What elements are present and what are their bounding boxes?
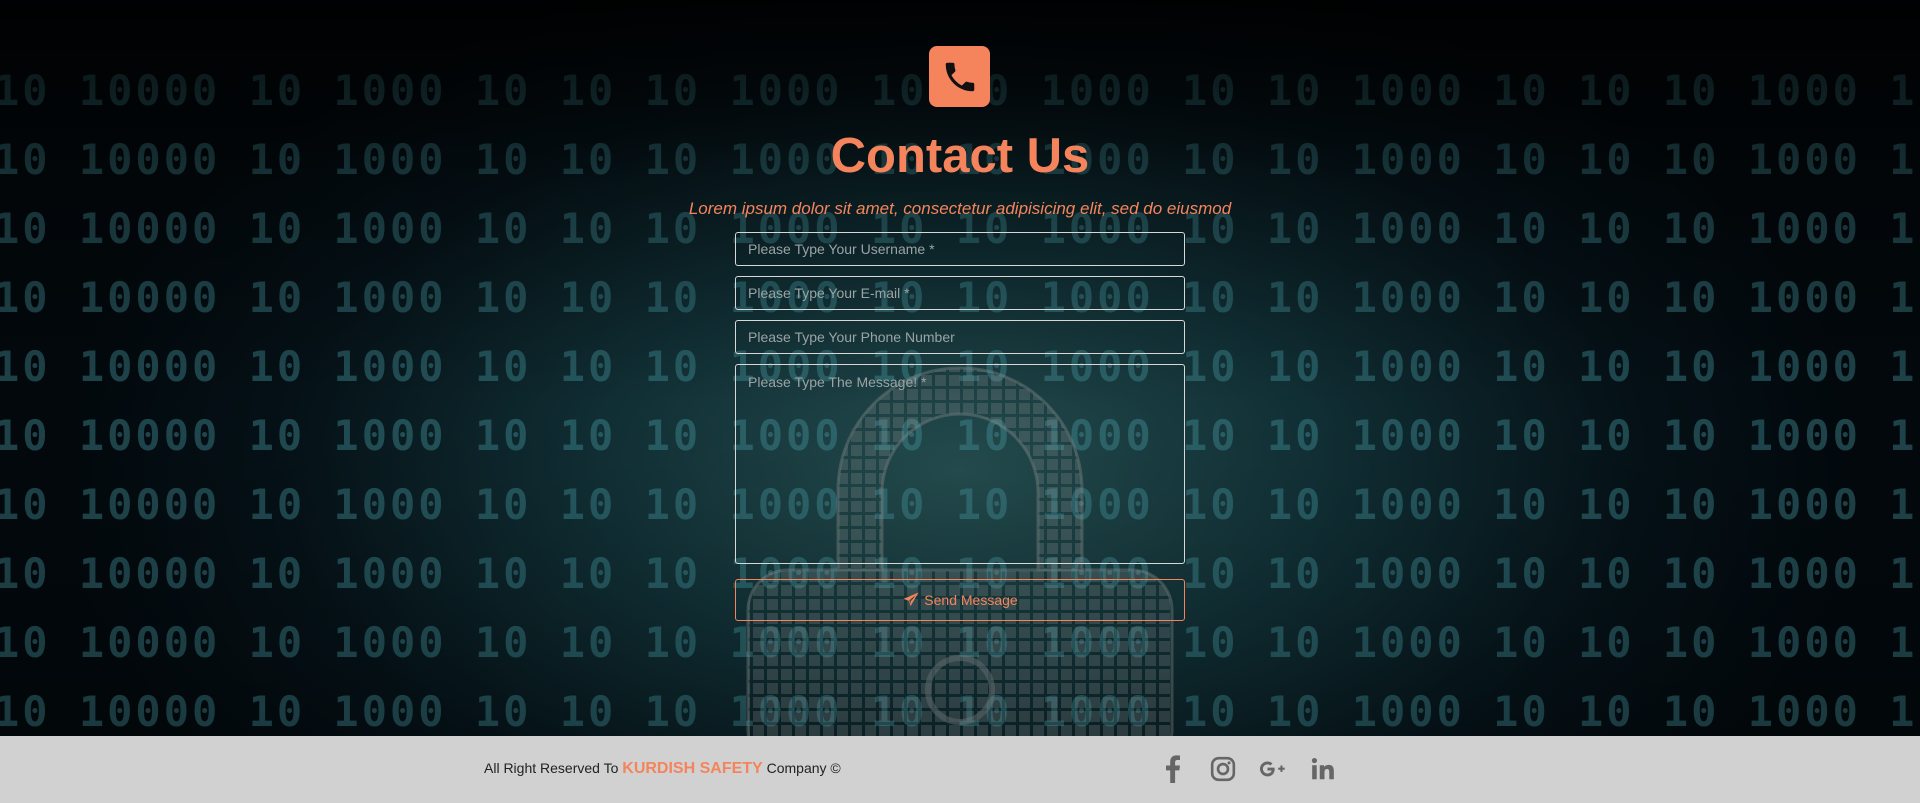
- page-title: Contact Us: [830, 129, 1090, 183]
- copyright-text: All Right Reserved To KURDISH SAFETY Com…: [484, 760, 841, 778]
- page-subtitle: Lorem ipsum dolor sit amet, consectetur …: [688, 199, 1232, 218]
- copyright-prefix: All Right Reserved To: [484, 760, 619, 776]
- send-message-button[interactable]: Send Message: [735, 579, 1185, 621]
- phone-icon-badge: [929, 46, 990, 107]
- message-textarea[interactable]: [735, 364, 1185, 564]
- copyright-suffix: Company ©: [766, 760, 841, 776]
- social-links: [1158, 753, 1338, 785]
- google-plus-icon[interactable]: [1258, 753, 1288, 785]
- paper-plane-icon: [903, 592, 919, 606]
- instagram-icon[interactable]: [1208, 753, 1238, 785]
- contact-section: Contact Us Lorem ipsum dolor sit amet, c…: [0, 0, 1920, 736]
- footer: All Right Reserved To KURDISH SAFETY Com…: [0, 736, 1920, 803]
- send-button-label: Send Message: [924, 592, 1018, 608]
- brand-name: KURDISH SAFETY: [622, 760, 763, 777]
- phone-input[interactable]: [735, 320, 1185, 354]
- username-input[interactable]: [735, 232, 1185, 266]
- phone-icon: [945, 62, 974, 91]
- facebook-icon[interactable]: [1158, 753, 1188, 785]
- linkedin-icon[interactable]: [1308, 753, 1338, 785]
- email-input[interactable]: [735, 276, 1185, 310]
